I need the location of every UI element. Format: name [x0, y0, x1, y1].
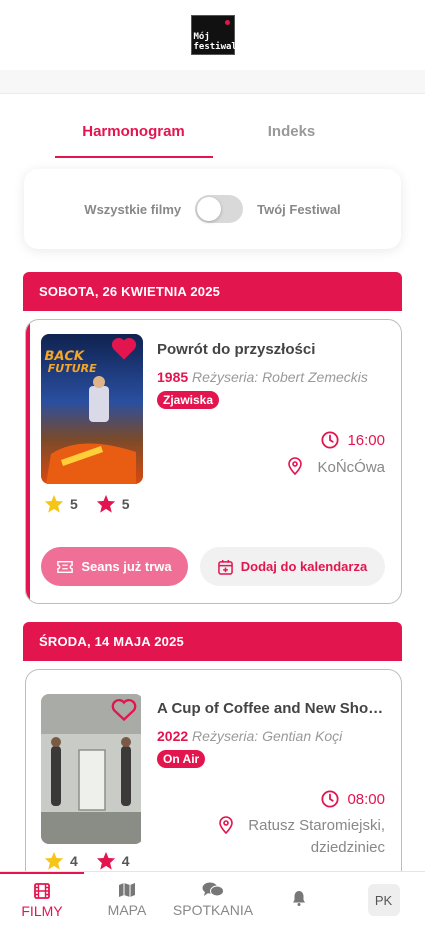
- clock-icon: [321, 431, 340, 449]
- calendar-label: Dodaj do kalendarza: [240, 559, 368, 574]
- nav-map-label: MAPA: [107, 901, 147, 918]
- add-to-calendar-button[interactable]: Dodaj do kalendarza: [200, 547, 385, 586]
- location-pin-icon: [288, 457, 302, 475]
- logo-dot: [224, 20, 230, 25]
- screening-time: 16:00: [321, 431, 385, 449]
- map-icon: [119, 882, 135, 897]
- film-meta: 2022 Reżyseria: Gentian Koçi: [157, 728, 342, 744]
- live-label: Seans już trwa: [81, 559, 172, 574]
- film-card[interactable]: BACK FUTURE Powrót do przyszłości 1985 R…: [25, 319, 402, 604]
- tab-indeks[interactable]: Indeks: [213, 94, 371, 158]
- nav-films[interactable]: FILMY: [0, 872, 84, 927]
- profile-avatar[interactable]: PK: [367, 884, 400, 916]
- screening-live-button[interactable]: Seans już trwa: [41, 547, 188, 586]
- film-title[interactable]: Powrót do przyszłości: [157, 341, 389, 358]
- ratings-row: 5 5: [44, 494, 130, 513]
- public-rating: 5: [44, 494, 78, 513]
- user-rating[interactable]: 5: [96, 494, 130, 513]
- logo-line1: Mój: [193, 32, 210, 42]
- film-director: Reżyseria: Robert Zemeckis: [192, 369, 368, 385]
- nav-meetings[interactable]: SPOTKANIA: [170, 872, 256, 927]
- bottom-navigation: FILMY MAPA SPOTKANIA PK: [0, 871, 425, 927]
- nav-meetings-label: SPOTKANIA: [172, 901, 254, 918]
- tab-harmonogram[interactable]: Harmonogram: [54, 94, 213, 158]
- film-card[interactable]: A Cup of Coffee and New Shoes On 2022 Re…: [25, 669, 402, 899]
- logo-line2: festiwal: [193, 42, 237, 52]
- user-rating-value: 5: [121, 495, 130, 512]
- venue-name: KoŃcÓwa: [317, 459, 385, 476]
- bell-icon: [293, 890, 305, 906]
- toggle-knob: [197, 197, 222, 221]
- section-badge[interactable]: Zjawiska: [157, 391, 220, 409]
- public-rating-value: 5: [70, 495, 78, 512]
- chat-icon: [202, 882, 224, 896]
- public-rating: 4: [44, 851, 78, 870]
- film-meta: 1985 Reżyseria: Robert Zemeckis: [157, 369, 368, 385]
- film-director: Reżyseria: Gentian Koçi: [192, 728, 343, 744]
- card-accent-bar: [26, 320, 30, 603]
- view-tabs: Harmonogram Indeks: [0, 94, 425, 158]
- my-festival-toggle[interactable]: [195, 195, 244, 223]
- star-pink-icon: [96, 851, 115, 870]
- venue-line2: dziedziniec: [310, 839, 385, 856]
- app-header: Mój festiwal: [0, 0, 425, 70]
- day-header: SOBOTA, 26 KWIETNIA 2025: [23, 272, 402, 311]
- nav-notifications[interactable]: [256, 872, 342, 927]
- my-festival-label: Twój Festiwal: [257, 201, 341, 217]
- time-value: 16:00: [347, 431, 385, 449]
- location-pin-icon: [219, 816, 233, 834]
- public-rating-value: 4: [70, 852, 78, 869]
- venue-line1: Ratusz Staromiejski,: [248, 817, 385, 834]
- calendar-plus-icon: [217, 559, 233, 575]
- venue-block[interactable]: Ratusz Staromiejski, dziedziniec: [248, 815, 385, 859]
- clock-icon: [321, 790, 340, 808]
- film-year: 1985: [157, 369, 189, 385]
- profile-slot: PK: [342, 872, 425, 927]
- star-yellow-icon: [44, 851, 64, 870]
- ticket-icon: [57, 560, 74, 573]
- user-rating[interactable]: 4: [96, 851, 130, 870]
- festival-filter-card: Wszystkie filmy Twój Festiwal: [24, 169, 401, 249]
- star-yellow-icon: [44, 494, 64, 513]
- card-actions: Seans już trwa Dodaj do kalendarza: [41, 547, 385, 586]
- day-header: ŚRODA, 14 MAJA 2025: [23, 622, 402, 661]
- user-rating-value: 4: [121, 852, 130, 869]
- ratings-row: 4 4: [44, 851, 130, 870]
- time-value: 08:00: [347, 790, 385, 808]
- film-title[interactable]: A Cup of Coffee and New Shoes On: [157, 700, 389, 717]
- venue-block[interactable]: KoŃcÓwa: [317, 457, 385, 479]
- film-year: 2022: [157, 728, 189, 744]
- nav-films-label: FILMY: [21, 902, 63, 919]
- heart-icon[interactable]: [110, 335, 138, 361]
- film-icon: [34, 882, 50, 899]
- nav-map[interactable]: MAPA: [84, 872, 170, 927]
- svg-text:FUTURE: FUTURE: [46, 362, 98, 375]
- all-films-label: Wszystkie filmy: [84, 201, 182, 217]
- section-badge[interactable]: On Air: [157, 750, 206, 768]
- screening-time: 08:00: [321, 790, 385, 808]
- header-divider: [0, 70, 425, 94]
- star-pink-icon: [96, 494, 115, 513]
- festival-logo[interactable]: Mój festiwal: [190, 15, 237, 55]
- heart-outline-icon[interactable]: [110, 696, 138, 722]
